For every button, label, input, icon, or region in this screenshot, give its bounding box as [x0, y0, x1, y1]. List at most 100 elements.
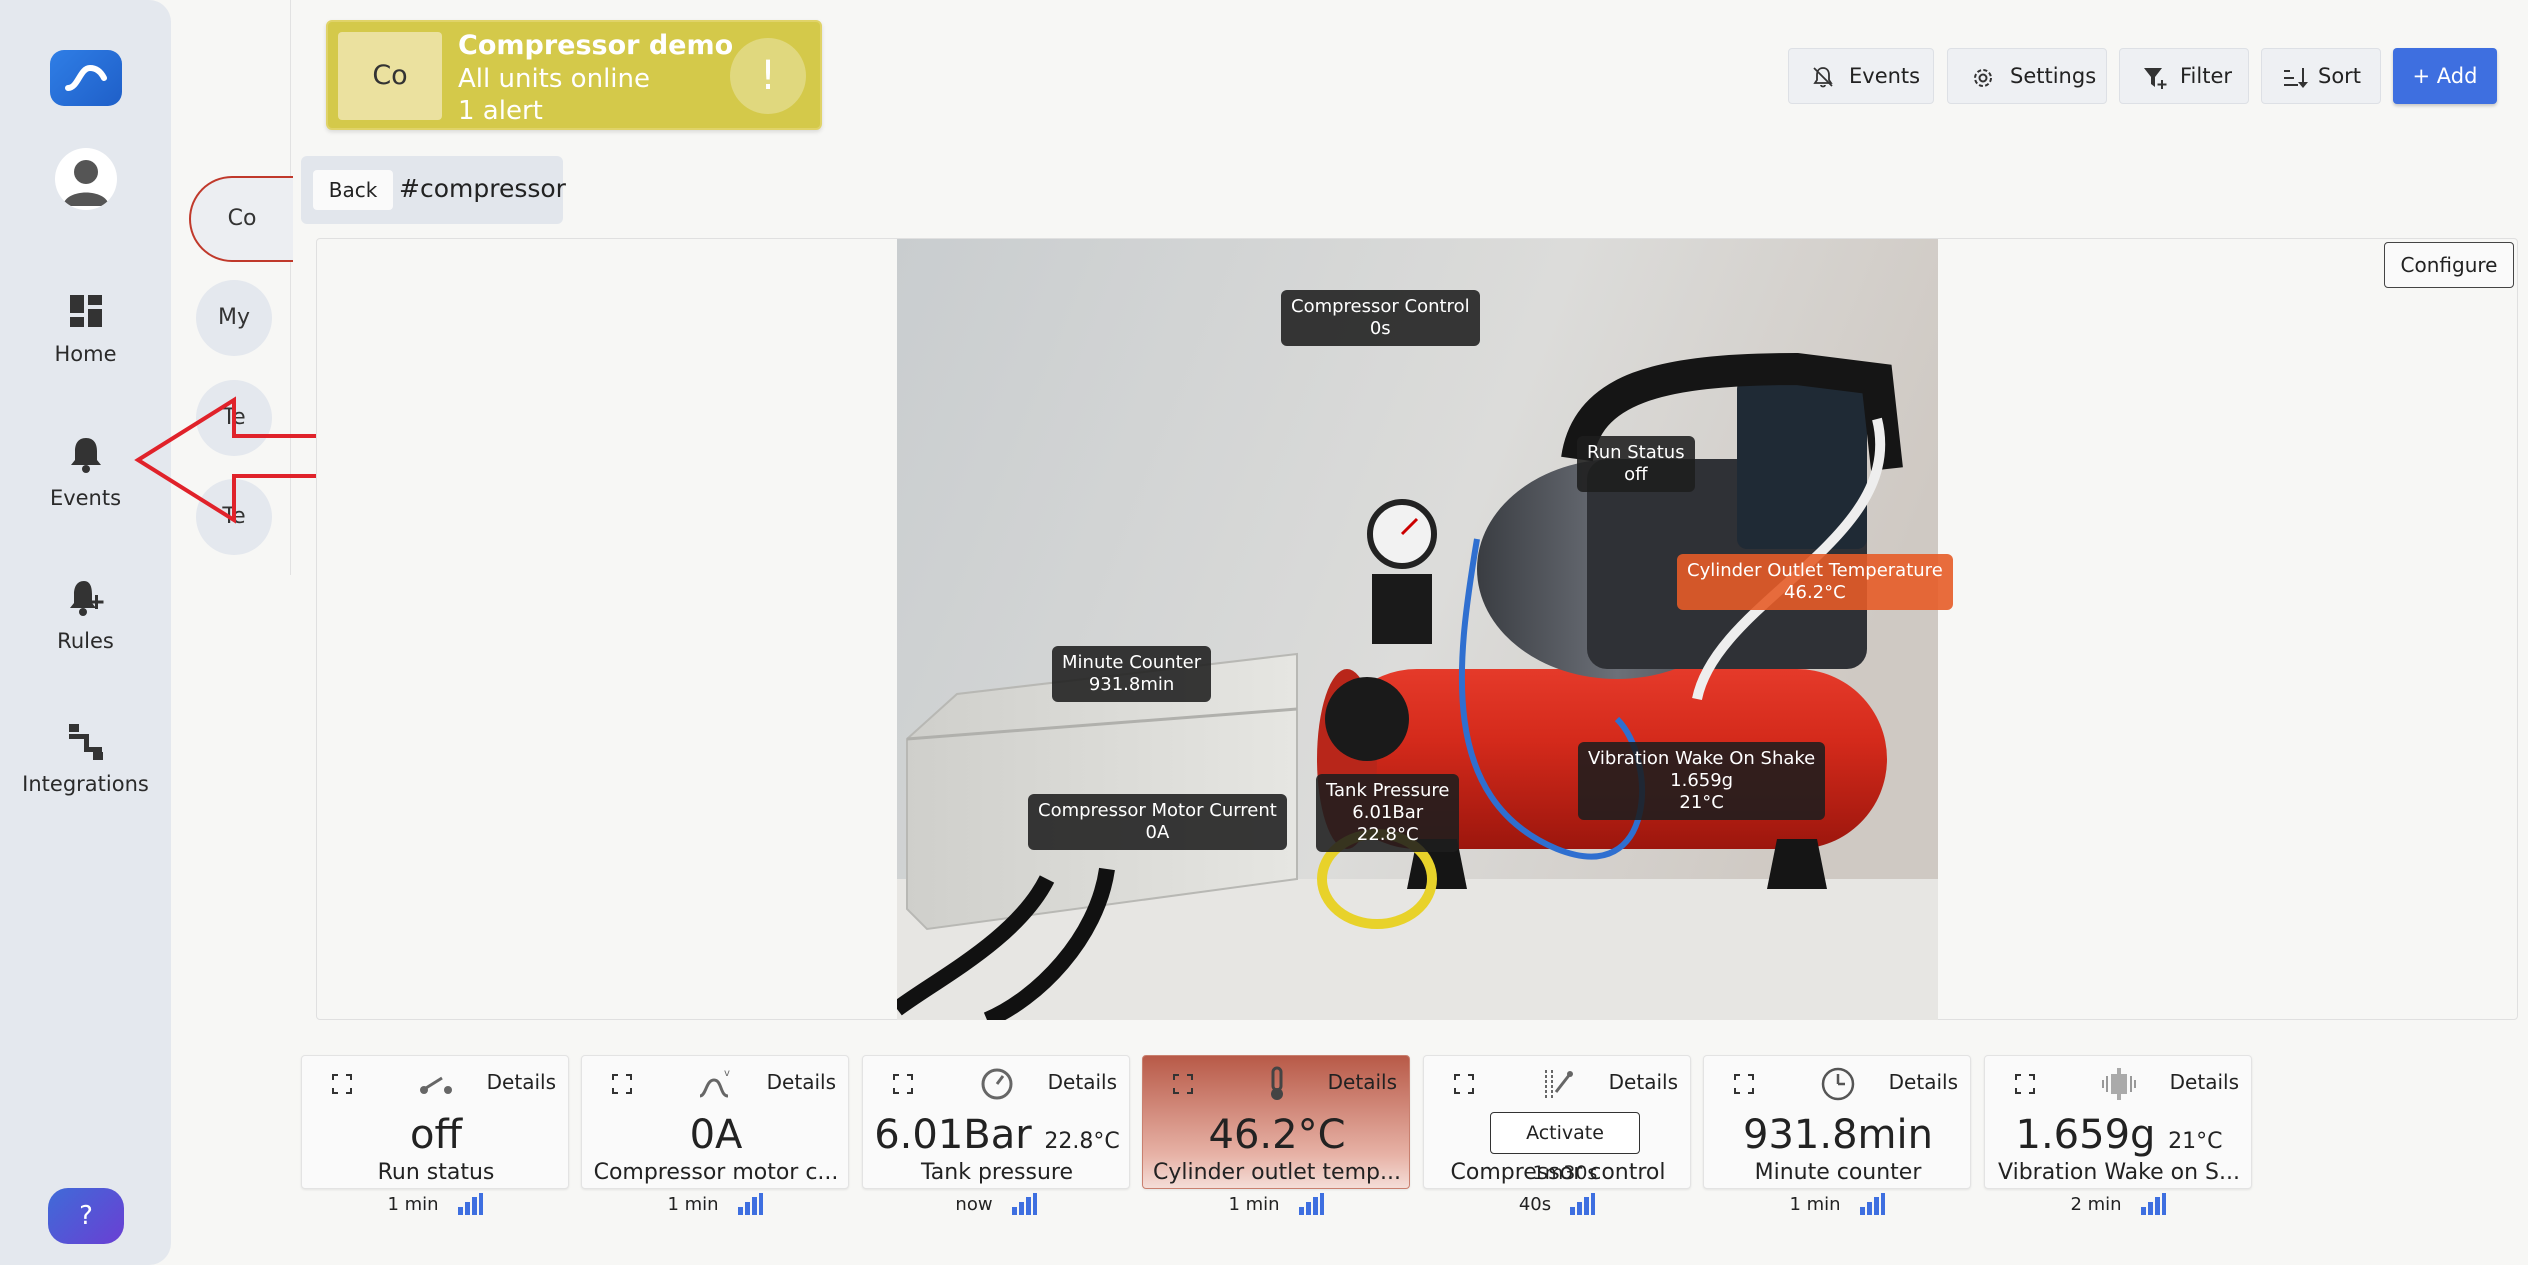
overlay-compressor-motor-current[interactable]: Compressor Motor Current 0A — [1028, 794, 1287, 850]
overlay-value: 0A — [1145, 822, 1170, 843]
sort-button-label: Sort — [2318, 64, 2362, 88]
breadcrumb: Back #compressor — [301, 156, 566, 224]
dashboard-icon — [70, 295, 102, 327]
tile-minute-counter[interactable]: Details 931.8min Minute counter — [1703, 1055, 1971, 1189]
sidebar-item-home[interactable]: Home — [0, 290, 171, 400]
overlay-value: 6.01Bar — [1352, 802, 1424, 823]
svg-text:v: v — [724, 1068, 730, 1079]
unit-status: All units online — [458, 64, 650, 94]
expand-icon[interactable] — [332, 1074, 352, 1094]
overlay-cylinder-outlet-temperature[interactable]: Cylinder Outlet Temperature 46.2°C — [1677, 554, 1953, 610]
overlay-vibration-wake-on-shake[interactable]: Vibration Wake On Shake 1.659g 21°C — [1578, 742, 1826, 820]
overlay-title: Cylinder Outlet Temperature — [1687, 560, 1943, 581]
switch-icon — [420, 1076, 452, 1094]
tile-name: Cylinder outlet temp... — [1153, 1160, 1401, 1185]
unit-title: Compressor demo — [458, 30, 734, 61]
compressor-photo — [897, 239, 1938, 1020]
thermometer-icon — [1271, 1066, 1283, 1100]
overlay-title: Compressor Motor Current — [1038, 800, 1277, 821]
sidebar-item-label: Home — [54, 342, 117, 366]
tile-name: Compressor motor c... — [593, 1160, 839, 1185]
filter-icon — [2144, 68, 2167, 89]
tile-value: 0A — [689, 1112, 743, 1158]
tile-age-compressor-control: 40s — [1423, 1193, 1691, 1215]
expand-icon[interactable] — [893, 1074, 913, 1094]
user-avatar[interactable] — [55, 148, 117, 210]
back-button[interactable]: Back — [313, 170, 393, 210]
tile-age-motor-current: 1 min — [581, 1193, 849, 1215]
signal-icon — [1011, 1193, 1037, 1215]
current-icon: v — [699, 1068, 730, 1098]
filter-button[interactable]: Filter — [2119, 48, 2249, 104]
tile-age-minute-counter: 1 min — [1703, 1193, 1971, 1215]
sidebar-item-label: Rules — [57, 629, 114, 653]
unit-abbreviation: Co — [338, 32, 442, 120]
tile-tank-pressure[interactable]: Details 6.01Bar 22.8°C Tank pressure — [862, 1055, 1130, 1189]
settings-button[interactable]: Settings — [1947, 48, 2107, 104]
signal-icon — [1570, 1193, 1596, 1215]
overlay-title: Vibration Wake On Shake — [1588, 748, 1816, 769]
unit-chip[interactable]: My — [196, 280, 272, 356]
tile-value: 931.8min — [1743, 1112, 1933, 1158]
tile-age-tank-pressure: now — [862, 1193, 1130, 1215]
tile-name: Minute counter — [1754, 1160, 1922, 1185]
overlay-tank-pressure[interactable]: Tank Pressure 6.01Bar 22.8°C — [1316, 774, 1460, 852]
annotation-arrow-icon — [134, 396, 338, 524]
user-icon — [63, 160, 109, 206]
integrations-icon — [69, 724, 103, 760]
gauge-icon — [981, 1068, 1013, 1100]
unit-status-card[interactable]: Co Compressor demo All units online 1 al… — [326, 20, 822, 130]
overlay-value: 46.2°C — [1784, 582, 1846, 603]
details-link[interactable]: Details — [1889, 1070, 1958, 1094]
configure-button[interactable]: Configure — [2384, 242, 2514, 288]
expand-icon[interactable] — [1173, 1074, 1193, 1094]
gear-icon — [1974, 69, 1992, 87]
sidebar-item-rules[interactable]: Rules — [0, 577, 171, 687]
activate-button[interactable]: Activate 1m30s — [1490, 1112, 1640, 1184]
details-link[interactable]: Details — [767, 1070, 836, 1094]
unit-chip-active[interactable]: Co — [189, 176, 293, 262]
events-button[interactable]: Events — [1788, 48, 1934, 104]
filter-button-label: Filter — [2180, 64, 2233, 88]
tile-age-vibration: 2 min — [1984, 1193, 2252, 1215]
compressor-photo-image — [897, 239, 1938, 1020]
details-link[interactable]: Details — [2170, 1070, 2239, 1094]
expand-icon[interactable] — [2015, 1074, 2035, 1094]
control-icon — [1545, 1070, 1573, 1098]
tile-compressor-motor-current[interactable]: v Details 0A Compressor motor c... — [581, 1055, 849, 1189]
alert-icon: ! — [730, 38, 806, 114]
bell-icon — [71, 438, 101, 473]
details-link[interactable]: Details — [1048, 1070, 1117, 1094]
tile-name: Compressor control — [1450, 1160, 1666, 1185]
app-root: Home Events Rules Integrations ? Co My T… — [0, 0, 2528, 1265]
signal-icon — [457, 1193, 483, 1215]
help-button[interactable]: ? — [48, 1188, 124, 1244]
sidebar-item-integrations[interactable]: Integrations — [0, 720, 171, 830]
signal-icon — [1859, 1193, 1885, 1215]
tile-vibration-wake-on-shake[interactable]: Details 1.659g 21°C Vibration Wake on S.… — [1984, 1055, 2252, 1189]
settings-button-label: Settings — [2010, 64, 2097, 88]
expand-icon[interactable] — [612, 1074, 632, 1094]
expand-icon[interactable] — [1454, 1074, 1474, 1094]
overlay-run-status[interactable]: Run Status off — [1577, 436, 1695, 492]
tile-name: Run status — [377, 1160, 495, 1185]
tile-run-status[interactable]: Details off Run status — [301, 1055, 569, 1189]
tile-name: Tank pressure — [921, 1160, 1073, 1185]
sort-button[interactable]: Sort — [2261, 48, 2381, 104]
details-link[interactable]: Details — [487, 1070, 556, 1094]
expand-icon[interactable] — [1734, 1074, 1754, 1094]
details-link[interactable]: Details — [1609, 1070, 1678, 1094]
add-button[interactable]: + Add — [2393, 48, 2497, 104]
tile-cylinder-outlet-temperature[interactable]: Details 46.2°C Cylinder outlet temp... — [1142, 1055, 1410, 1189]
tile-compressor-control[interactable]: Details Activate 1m30s Compressor contro… — [1423, 1055, 1691, 1189]
details-link[interactable]: Details — [1328, 1070, 1397, 1094]
overlay-title: Minute Counter — [1062, 652, 1202, 673]
tile-name: Vibration Wake on S... — [1998, 1160, 2240, 1185]
tile-value: 1.659g 21°C — [2015, 1112, 2223, 1158]
logo-icon — [65, 64, 107, 91]
overlay-value: 0s — [1369, 318, 1391, 339]
sidebar-item-label: Integrations — [22, 772, 149, 796]
overlay-compressor-control[interactable]: Compressor Control 0s — [1281, 290, 1480, 346]
overlay-minute-counter[interactable]: Minute Counter 931.8min — [1052, 646, 1212, 702]
app-logo[interactable] — [50, 50, 122, 106]
